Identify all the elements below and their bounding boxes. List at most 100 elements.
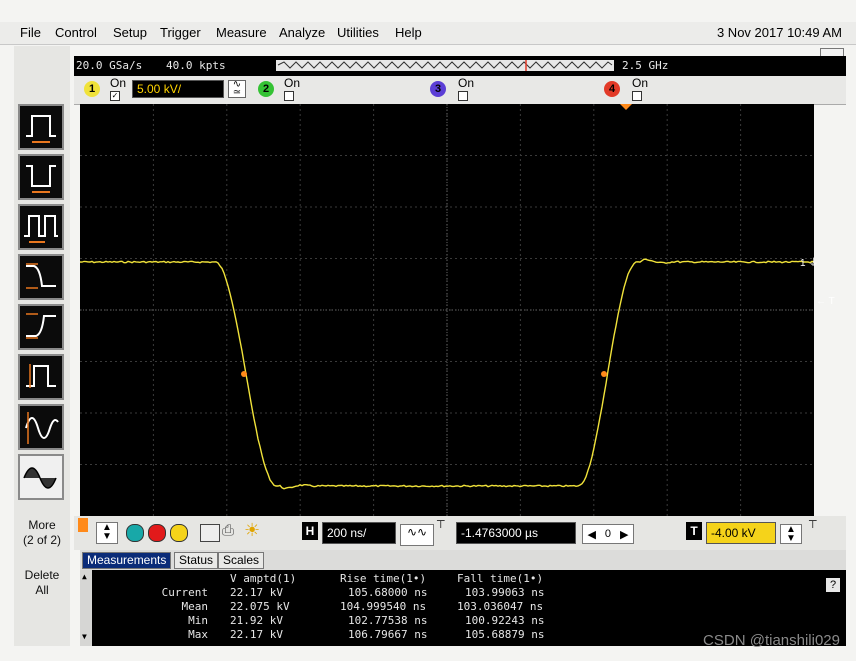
memory-bar[interactable] [276,60,614,71]
memory-waveform-icon [277,60,613,71]
channel-4-badge[interactable]: 4 [604,81,620,97]
channel-1-badge[interactable]: 1 [84,81,100,97]
trigger-level-spinner[interactable]: ▲ ▼ [780,524,802,544]
cell-value: 103.99063 ns [465,586,545,599]
delete-sub-label: All [35,583,49,597]
bottom-control-bar: ▲ ▼ ⎙ ☀ H 200 ns/ ∿∿ ⊤ -1.4763000 µs ◀ 0 ▶ … [74,516,846,550]
sample-rate: 20.0 GSa/s [76,59,143,72]
cell-value: 106.79667 ns [348,628,428,641]
trigger-ref-icon: ⊤ [808,519,818,531]
trigger-level-marker[interactable]: ← T [816,296,846,312]
cell-value: 21.92 kV [230,614,283,627]
trigger-badge[interactable]: T [686,522,702,540]
nav-left-icon[interactable]: ◀ [587,528,595,541]
nav-value: 0 [604,528,612,540]
menu-analyze[interactable]: Analyze [279,25,325,40]
menu-control[interactable]: Control [55,25,97,40]
menu-trigger[interactable]: Trigger [160,25,201,40]
menu-help[interactable]: Help [395,25,422,40]
save-screen-icon[interactable] [200,524,220,542]
fall-time-icon [26,263,56,289]
period-button[interactable] [18,204,64,250]
sine-fill-icon [23,467,57,489]
color-teal-button[interactable] [126,524,144,542]
timebase-stepper[interactable]: ∿∿ [400,524,434,546]
channel-1-on-label: On [110,76,127,90]
tab-bar: Measurements Status Scales [80,550,846,570]
pulse-amplitude-icon [26,364,56,388]
row-label: Min [188,614,208,627]
chevron-down-icon: ▼ [786,533,796,544]
marker-tab-icon[interactable] [78,518,88,532]
channel-1-spinner[interactable]: ∿ ≃ [228,80,246,98]
color-yellow-button[interactable] [170,524,188,542]
pos-width-button[interactable] [18,104,64,150]
channel-1-marker[interactable]: 1 ⏚ [800,254,840,274]
more-button[interactable]: More (2 of 2) [16,518,68,548]
nav-right-icon[interactable]: ▶ [620,528,628,541]
chevron-down-icon: ▼ [102,531,112,542]
trigger-level-field[interactable]: -4.00 kV [706,522,776,544]
scroll-down-icon[interactable]: ▼ [82,632,87,641]
delay-navigator[interactable]: ◀ 0 ▶ [582,524,634,544]
sine-fill-button[interactable] [18,454,64,500]
fall-time-marker [241,371,247,377]
fall-time-button[interactable] [18,254,64,300]
brightness-icon[interactable]: ☀ [244,520,264,540]
print-icon[interactable]: ⎙ [222,522,240,540]
rise-time-marker [601,371,607,377]
tab-measurements[interactable]: Measurements [82,552,172,569]
help-button[interactable]: ? [826,578,840,592]
menu-measure[interactable]: Measure [216,25,267,40]
measure-spinner[interactable]: ▲ ▼ [96,522,118,544]
cell-value: 22.17 kV [230,628,283,641]
menu-utilities[interactable]: Utilities [337,25,379,40]
memory-depth: 40.0 kpts [166,59,226,72]
channel-3-checkbox[interactable] [458,91,468,101]
channel-3-badge[interactable]: 3 [430,81,446,97]
bandwidth: 2.5 GHz [622,59,669,72]
cell-value: 22.075 kV [230,600,290,613]
more-label: More [28,518,56,532]
channel-2-on-label: On [284,76,301,90]
timebase-field[interactable]: 200 ns/ [322,522,396,544]
sine-amplitude-button[interactable] [18,404,64,450]
delete-all-button[interactable]: Delete All [16,568,68,598]
tab-scales[interactable]: Scales [218,552,265,569]
cell-value: 105.68000 ns [348,586,428,599]
left-toolbar: More (2 of 2) Delete All [14,46,70,646]
channel-2-checkbox[interactable] [284,91,294,101]
horizontal-badge[interactable]: H [302,522,318,540]
row-label: Current [161,586,208,599]
channel-2-badge[interactable]: 2 [258,81,274,97]
delete-label: Delete [24,568,60,582]
cell-value: 102.77538 ns [348,614,428,627]
channel-3-on-label: On [458,76,475,90]
neg-width-button[interactable] [18,154,64,200]
channel-4-checkbox[interactable] [632,91,642,101]
cell-value: 100.92243 ns [465,614,545,627]
cell-value: 22.17 kV [230,586,283,599]
measurement-header-fall: Fall time(1•) [457,572,544,585]
waveform-display[interactable] [79,104,815,516]
delay-field[interactable]: -1.4763000 µs [456,522,576,544]
menu-file[interactable]: File [20,25,41,40]
menu-setup[interactable]: Setup [113,25,147,40]
pulse-amplitude-button[interactable] [18,354,64,400]
color-red-button[interactable] [148,524,166,542]
rise-time-button[interactable] [18,304,64,350]
tab-status[interactable]: Status [174,552,219,569]
arrow-left-icon: ← [816,296,829,307]
menu-bar: File Control Setup Trigger Measure Analy… [0,22,856,45]
trigger-position-marker [620,104,632,110]
rise-time-icon [26,313,56,339]
scroll-up-icon[interactable]: ▲ [82,572,87,581]
sine-amplitude-icon [25,412,59,444]
coupling-dc-icon: ≃ [232,87,242,98]
measurements-scrollbar[interactable]: ▲ ▼ [80,570,92,646]
pulse-width-icon [26,115,56,143]
measurement-header-amplitude: V amptd(1) [230,572,297,585]
time-ref-icon: ⊤ [436,519,446,531]
channel-1-scale-field[interactable]: 5.00 kV/ [132,80,224,98]
channel-1-checkbox[interactable]: ✓ [110,91,120,101]
